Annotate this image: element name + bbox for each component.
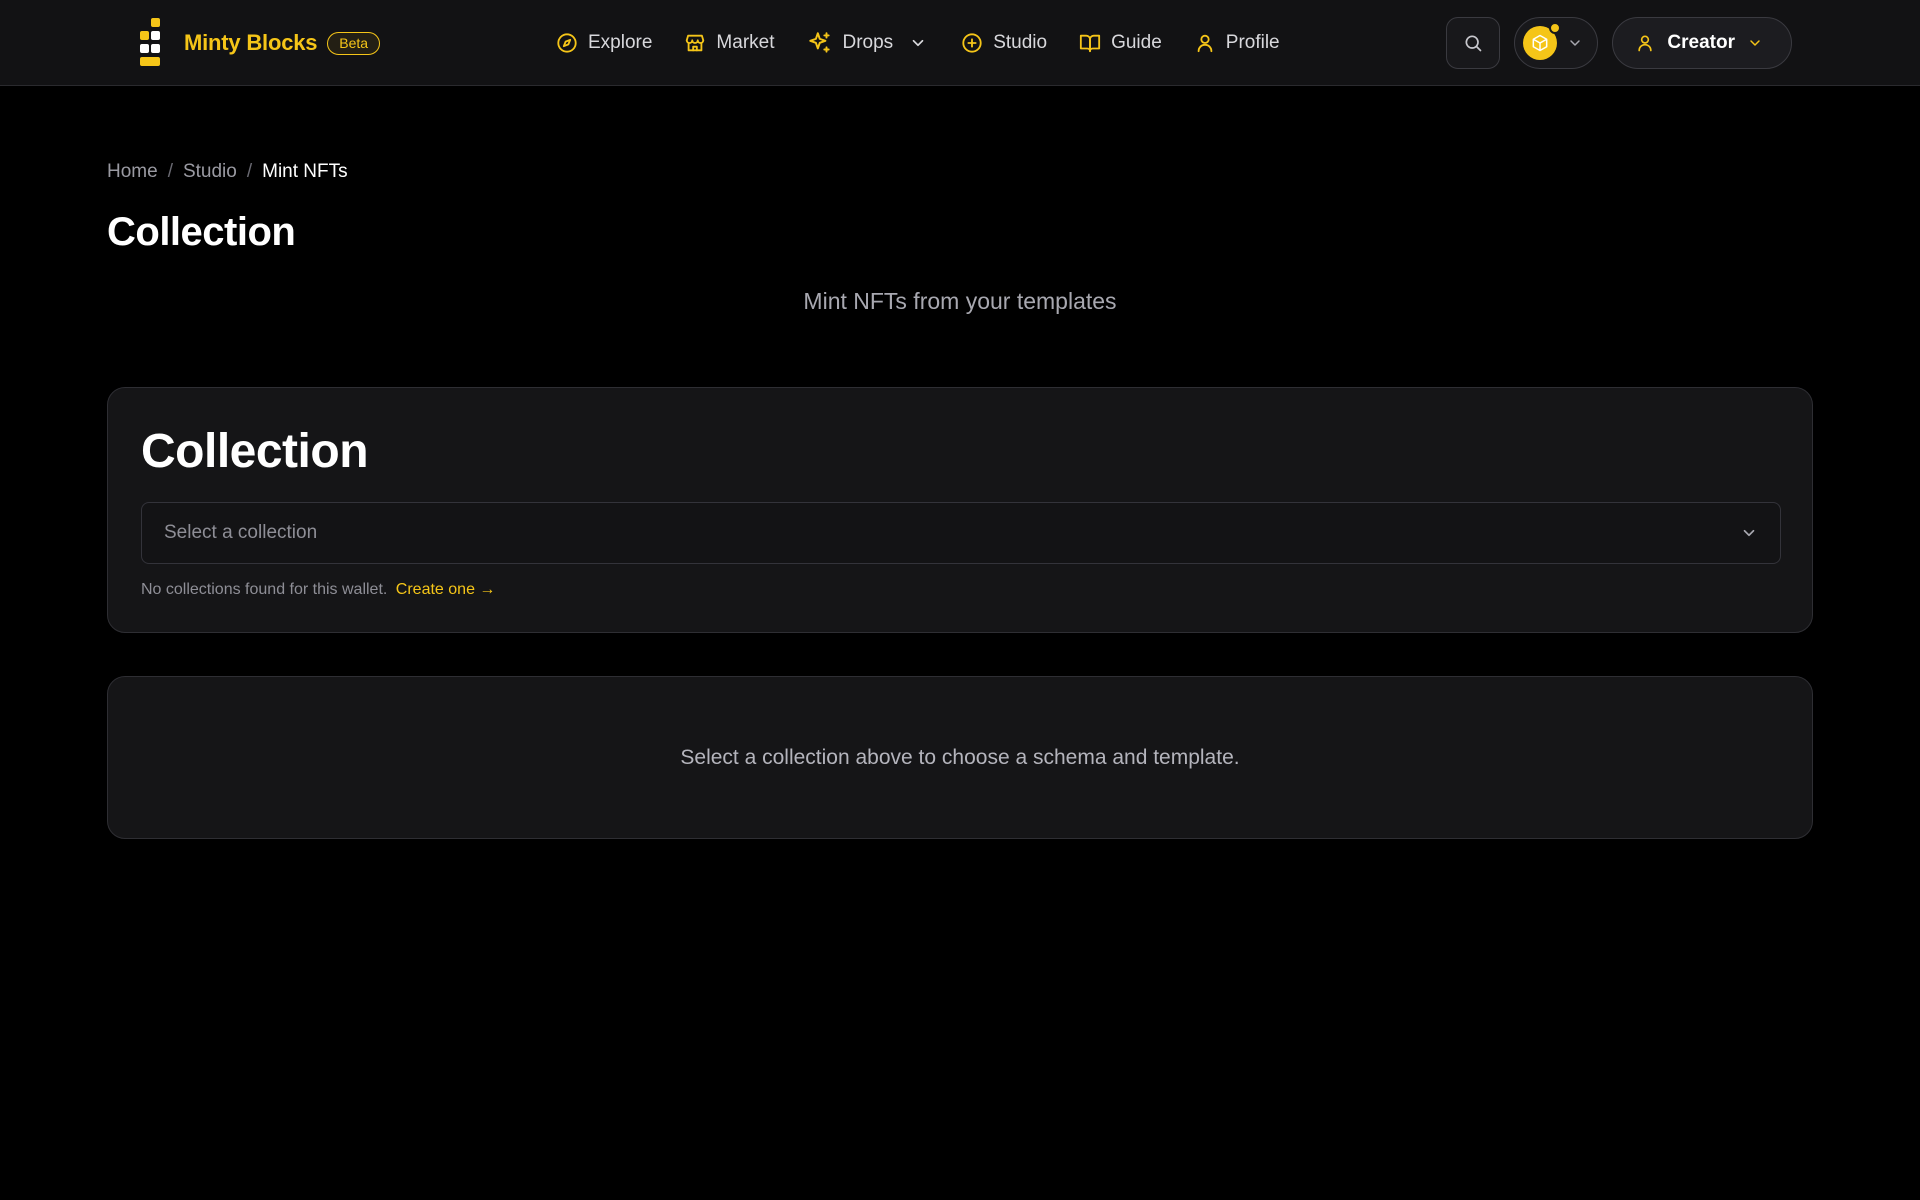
brand-logo-icon: [138, 18, 164, 68]
nav-item-guide[interactable]: Guide: [1079, 32, 1162, 54]
plus-circle-icon: [962, 33, 982, 53]
creator-label: Creator: [1667, 32, 1735, 53]
wallet-button[interactable]: [1514, 17, 1599, 69]
page-title: Collection: [107, 210, 296, 254]
chevron-down-icon: [1570, 40, 1581, 46]
cube-coin-icon: [1533, 34, 1548, 52]
nav-item-label: Drops: [842, 32, 894, 53]
nav-item-explore[interactable]: Explore: [556, 32, 652, 54]
book-icon: [1079, 34, 1101, 53]
collection-heading: Collection: [141, 425, 369, 478]
beta-badge: Beta: [327, 31, 381, 55]
page-subtitle: Mint NFTs from your templates: [803, 288, 1117, 314]
schema-template-placeholder-card: Select a collection above to choose a sc…: [107, 676, 1813, 839]
breadcrumb-current: Mint NFTs: [262, 161, 348, 182]
collection-select[interactable]: Select a collection: [141, 502, 1781, 564]
nav-item-label: Explore: [588, 32, 653, 53]
main-nav: Explore Market Drops Studio Guide Profil…: [556, 22, 1280, 64]
wallet-avatar: [1523, 22, 1562, 60]
creator-menu-button[interactable]: Creator: [1612, 17, 1792, 69]
nav-item-label: Guide: [1111, 32, 1162, 53]
notification-dot: [1549, 22, 1562, 34]
chevron-down-icon: [1750, 40, 1760, 46]
breadcrumb: Home / Studio / Mint NFTs: [107, 161, 348, 183]
compass-icon: [557, 33, 577, 53]
collection-hint: No collections found for this wallet. Cr…: [141, 581, 495, 599]
top-navbar: Minty Blocks Beta Explore Market Drops S…: [0, 0, 1920, 86]
nav-item-studio[interactable]: Studio: [961, 32, 1047, 54]
brand[interactable]: Minty Blocks Beta: [138, 18, 381, 68]
sparkles-icon: [808, 32, 830, 53]
collection-hint-text: No collections found for this wallet.: [141, 581, 388, 598]
breadcrumb-separator: /: [246, 161, 253, 182]
breadcrumb-separator: /: [167, 161, 173, 182]
chevron-down-icon: [1743, 529, 1755, 537]
nav-item-label: Studio: [993, 32, 1048, 53]
breadcrumb-home[interactable]: Home: [107, 161, 158, 183]
collection-card: Collection Select a collection No collec…: [107, 387, 1813, 633]
search-button[interactable]: [1446, 17, 1501, 69]
chevron-down-icon: [912, 39, 924, 47]
nav-item-market[interactable]: Market: [684, 32, 775, 54]
search-icon: [1465, 35, 1482, 52]
placeholder-message: Select a collection above to choose a sc…: [680, 745, 1240, 769]
breadcrumb-studio[interactable]: Studio: [183, 161, 237, 183]
nav-item-drops[interactable]: Drops: [807, 30, 928, 56]
nav-item-label: Profile: [1225, 32, 1280, 53]
user-icon: [1197, 34, 1213, 53]
nav-item-profile[interactable]: Profile: [1194, 32, 1280, 54]
brand-name: Minty Blocks: [184, 30, 318, 55]
nav-item-label: Market: [716, 32, 775, 53]
collection-select-placeholder: Select a collection: [164, 522, 318, 543]
store-icon: [686, 34, 705, 52]
user-icon: [1638, 35, 1653, 52]
create-collection-link[interactable]: Create one →: [396, 581, 496, 598]
header-actions: Creator: [1446, 17, 1792, 69]
